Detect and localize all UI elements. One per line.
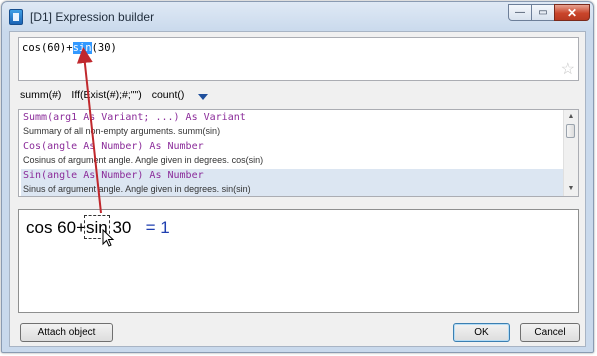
cancel-button[interactable]: Cancel — [520, 323, 580, 342]
function-signature: Summ(arg1 As Variant; ...) As Variant — [23, 112, 246, 123]
function-list[interactable]: Summ(arg1 As Variant; ...) As Variant Su… — [18, 109, 579, 197]
quick-function-summ[interactable]: summ(#) — [20, 89, 61, 103]
list-item-selected[interactable]: Sin(angle As Number) As Number Sinus of … — [21, 169, 565, 196]
function-signature: Cos(angle As Number) As Number — [23, 141, 204, 152]
formula-preview: cos 60+sin 30 = 1 — [18, 209, 579, 313]
dropdown-triangle-icon[interactable] — [198, 94, 209, 100]
title-bar[interactable]: [D1] Expression builder — ▭ ✕ — [2, 2, 593, 30]
dialog-body: cos(60)+sin(30) ☆ summ(#) Iff(Exist(#);#… — [9, 31, 586, 347]
scroll-up-icon[interactable]: ▲ — [565, 111, 577, 123]
list-scrollbar[interactable]: ▲ ▼ — [563, 110, 578, 196]
window-title: [D1] Expression builder — [30, 10, 155, 24]
expression-before: cos(60)+ — [22, 42, 73, 54]
expression-selected: sin — [72, 42, 92, 54]
minimize-button[interactable]: — — [508, 4, 532, 21]
function-signature: Sin(angle As Number) As Number — [23, 170, 204, 181]
list-item[interactable]: Cos(angle As Number) As Number Cosinus o… — [21, 140, 565, 168]
preview-formula: cos 60+sin 30 = 1 — [26, 215, 170, 239]
quick-function-count[interactable]: count() — [152, 89, 185, 103]
scroll-thumb[interactable] — [566, 124, 575, 138]
list-item[interactable]: Summ(arg1 As Variant; ...) As Variant Su… — [21, 111, 565, 139]
scroll-down-icon[interactable]: ▼ — [565, 183, 577, 195]
maximize-button[interactable]: ▭ — [531, 4, 555, 21]
close-button[interactable]: ✕ — [554, 4, 590, 21]
mouse-pointer-icon — [102, 229, 115, 247]
attach-object-button[interactable]: Attach object — [20, 323, 113, 342]
ok-button[interactable]: OK — [453, 323, 510, 342]
expression-text: cos(60)+sin(30) — [22, 42, 117, 54]
preview-before: cos 60+ — [26, 218, 87, 237]
expression-builder-window: [D1] Expression builder — ▭ ✕ cos(60)+si… — [1, 1, 594, 353]
quick-functions-bar: summ(#) Iff(Exist(#);#;"") count() — [20, 89, 209, 103]
star-icon[interactable]: ☆ — [561, 62, 575, 78]
app-icon — [9, 9, 23, 25]
preview-result: = 1 — [145, 218, 170, 237]
function-description: Sinus of argument angle. Angle given in … — [23, 184, 251, 194]
expression-after: (30) — [91, 42, 117, 54]
quick-function-iff[interactable]: Iff(Exist(#);#;"") — [71, 89, 141, 103]
function-description: Cosinus of argument angle. Angle given i… — [23, 155, 264, 165]
function-description: Summary of all non-empty arguments. summ… — [23, 126, 221, 136]
expression-input[interactable]: cos(60)+sin(30) ☆ — [18, 37, 579, 81]
